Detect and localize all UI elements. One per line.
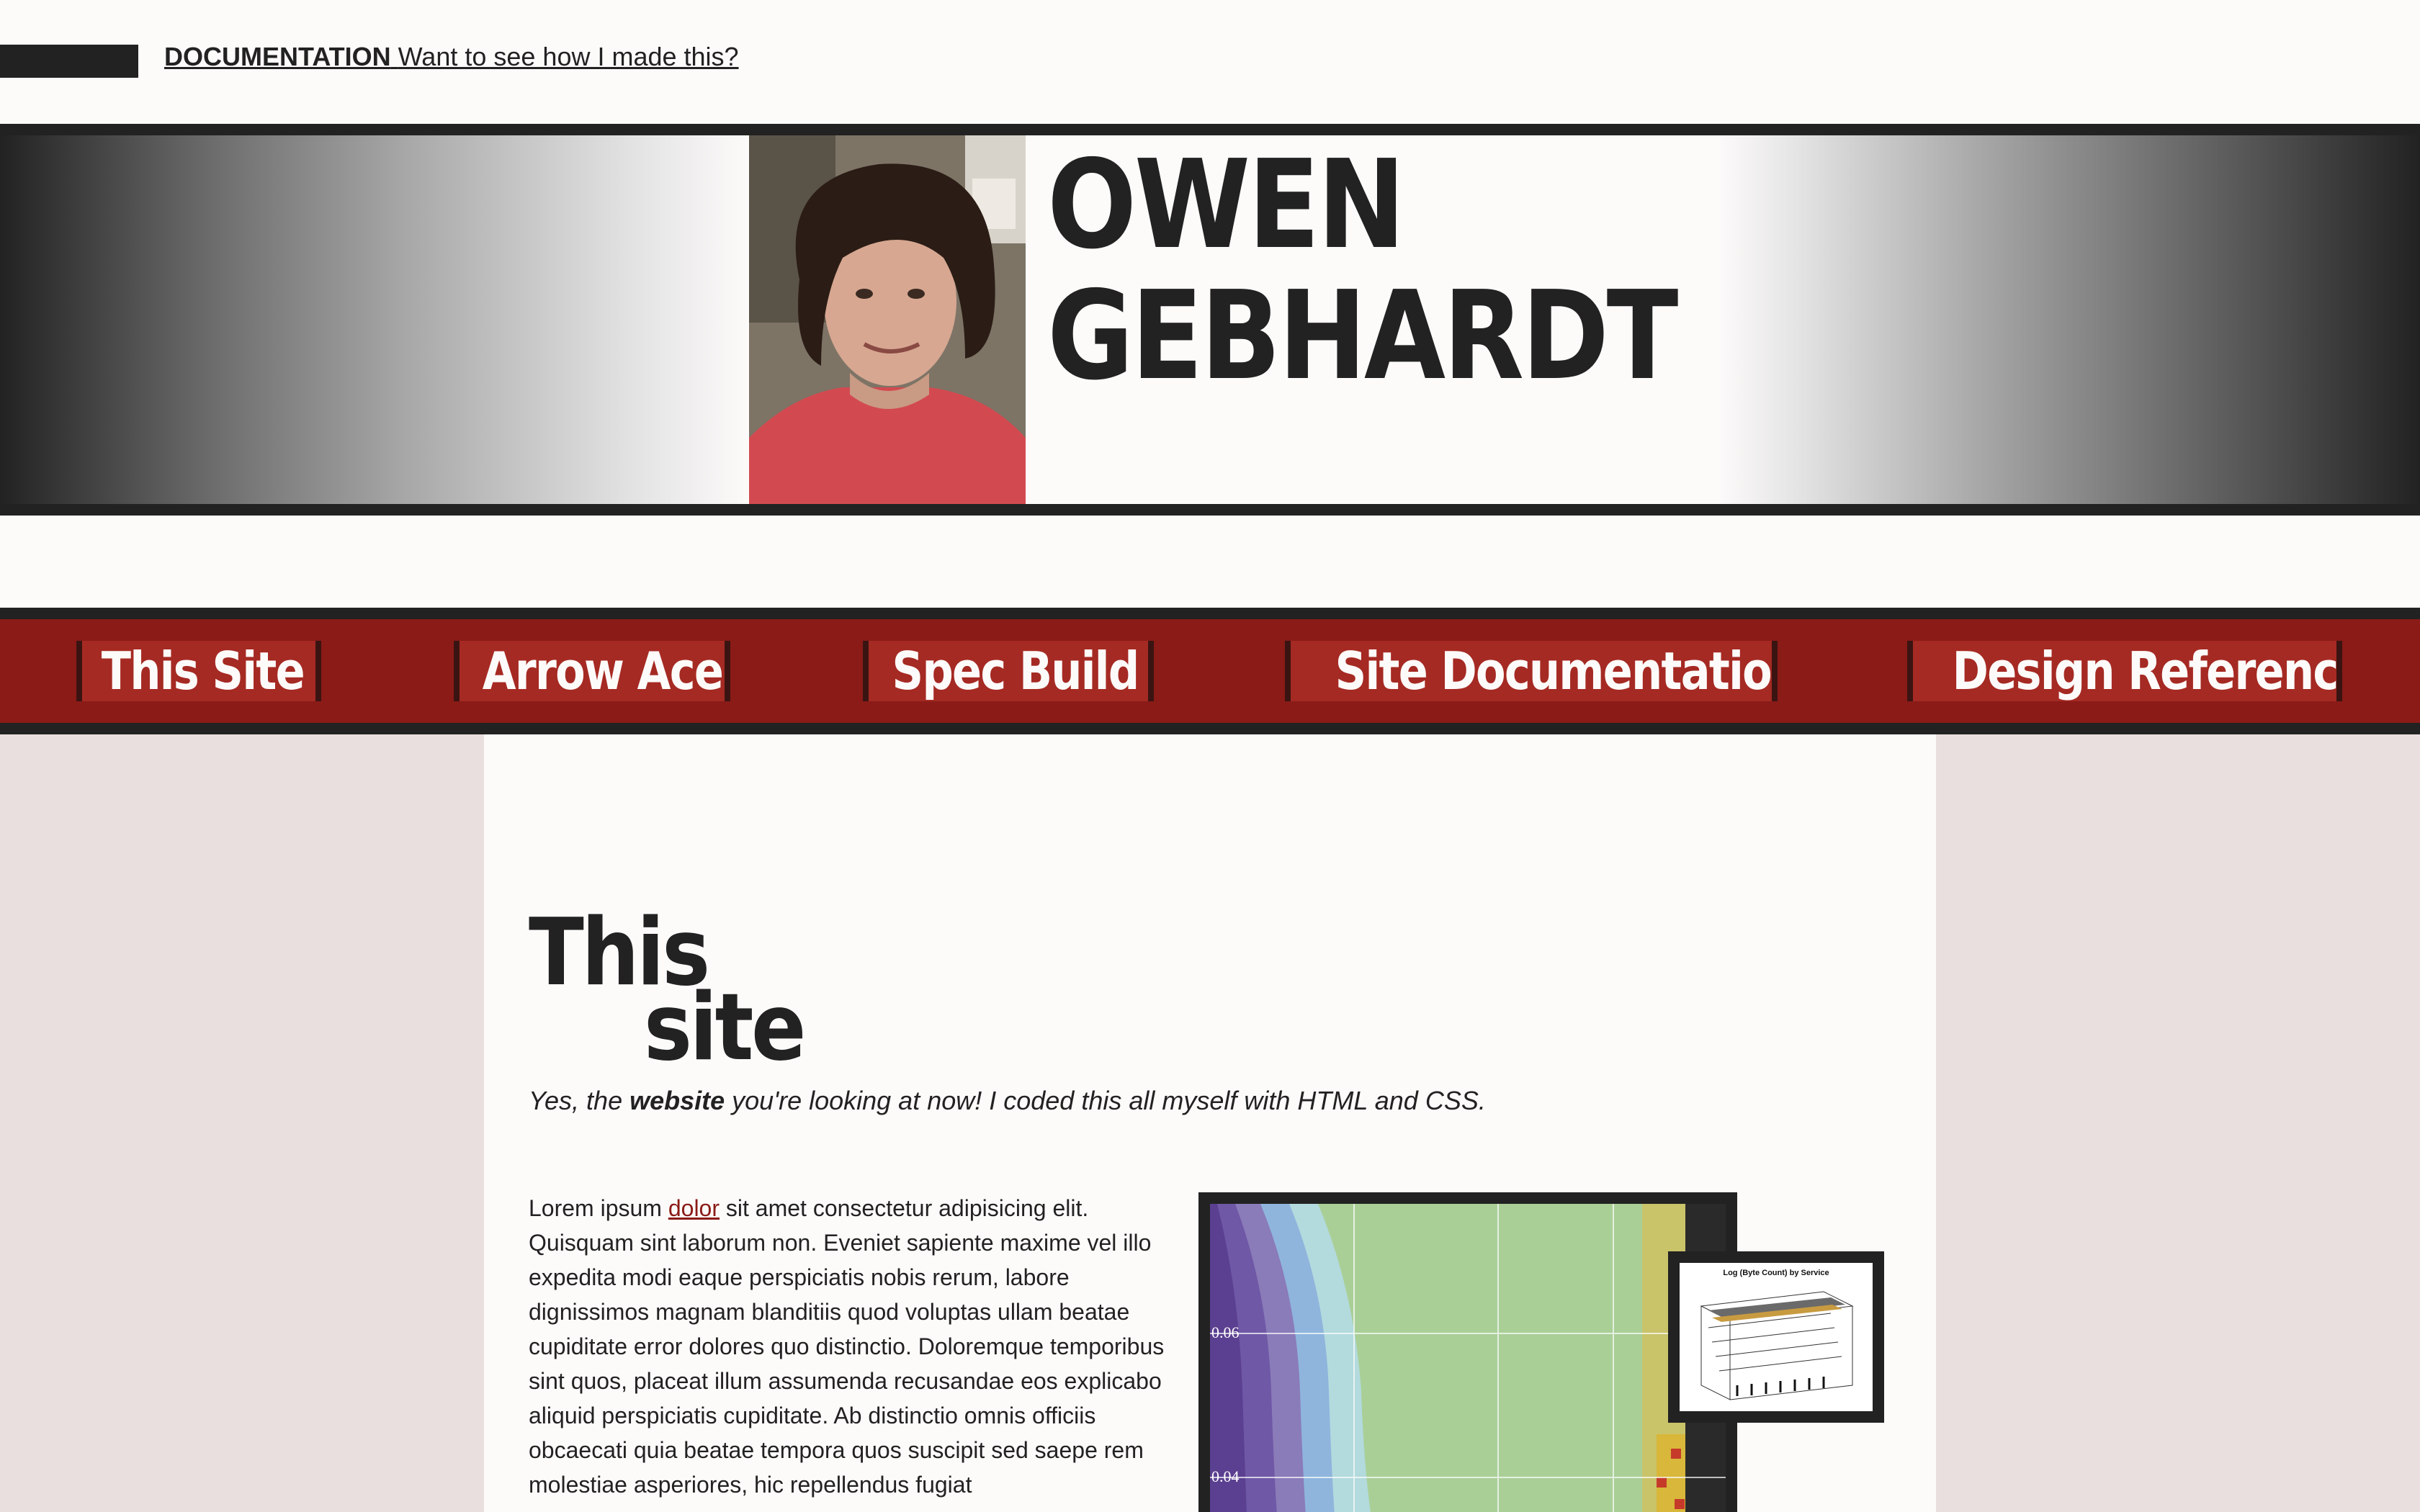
documentation-label: DOCUMENTATION — [164, 42, 391, 71]
inset-3d-chart-figure: Log (Byte Count) by Service — [1668, 1251, 1884, 1423]
documentation-link[interactable]: DOCUMENTATION Want to see how I made thi… — [164, 42, 739, 72]
contour-plot-figure: 0.06 0.04 — [1198, 1192, 1737, 1512]
nav-item-design-reference[interactable]: Design Reference — [1907, 641, 2342, 701]
header-banner: OWEN GEBHARDT — [0, 124, 2420, 516]
nav-item-this-site[interactable]: This Site — [76, 641, 321, 701]
name-line-2: GEBHARDT — [1047, 265, 1678, 408]
nav-item-spec-build[interactable]: Spec Build — [863, 641, 1154, 701]
inset-chart-title: Log (Byte Count) by Service — [1723, 1269, 1829, 1277]
plot-tick-2: 0.04 — [1211, 1467, 1240, 1485]
main-content: This site Yes, the website you're lookin… — [484, 734, 1936, 1512]
nav-item-site-documentation[interactable]: Site Documentation — [1285, 641, 1778, 701]
section-tagline: Yes, the website you're looking at now! … — [529, 1086, 1486, 1115]
doc-bar-tab — [0, 45, 138, 78]
documentation-bar: DOCUMENTATION Want to see how I made thi… — [0, 0, 2420, 124]
site-owner-name: OWEN GEBHARDT — [1047, 134, 1678, 408]
body-link[interactable]: dolor — [668, 1195, 720, 1221]
profile-photo — [749, 135, 1026, 504]
section-heading-site: site — [644, 974, 806, 1081]
main-nav: This Site Arrow Ace Spec Build Site Docu… — [0, 608, 2420, 734]
plot-tick-1: 0.06 — [1211, 1323, 1240, 1341]
documentation-text: Want to see how I made this? — [398, 42, 739, 71]
header-spacer — [0, 516, 2420, 608]
name-line-1: OWEN — [1047, 134, 1405, 276]
nav-item-arrow-ace[interactable]: Arrow Ace — [454, 641, 730, 701]
body-paragraph: Lorem ipsum dolor sit amet consectetur a… — [529, 1195, 1165, 1498]
